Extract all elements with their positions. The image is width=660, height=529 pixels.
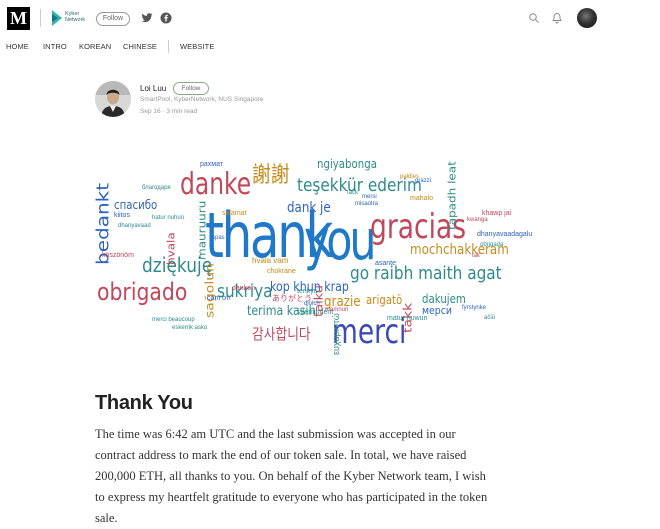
wordcloud-word: danke: [180, 167, 252, 202]
author-photo: [95, 81, 131, 117]
wordcloud-word: dhanyavaad: [118, 223, 151, 229]
publication-name: Kyber Network: [65, 11, 89, 23]
wordcloud-word: you: [304, 208, 377, 272]
wordcloud-word: tack: [347, 190, 359, 196]
wordcloud-word: spas: [212, 235, 225, 241]
thank-you-wordcloud-image: thank you gracias merci danke 謝謝 teşekkür eder…: [92, 155, 532, 365]
nav-item-website[interactable]: WEBSITE: [180, 42, 214, 51]
wordcloud-word: mersi: [362, 194, 377, 200]
wordcloud-word: obrigado: [97, 278, 188, 306]
wordcloud-word: misaotra: [355, 201, 379, 207]
wordcloud-word: ngiyabonga: [317, 157, 377, 171]
wordcloud-word: рахмат: [200, 161, 224, 168]
wordcloud-word: eskerrik asko: [172, 325, 208, 331]
wordcloud-word: mauruuru: [196, 200, 209, 260]
wordcloud-word: khawp jai: [482, 210, 512, 217]
wordcloud-word: tak: [472, 253, 481, 259]
post-meta: Sep 16 · 3 min read: [140, 108, 198, 115]
wordcloud-word: hatur nuhun: [152, 215, 185, 221]
bell-icon[interactable]: [551, 12, 563, 24]
top-bar: M Kyber Network Follow: [0, 0, 660, 38]
article-title: Thank You: [95, 392, 193, 414]
twitter-icon[interactable]: [141, 12, 153, 24]
wordcloud-word: köszönöm: [102, 252, 134, 259]
wordcloud-word: tenkyu: [297, 288, 318, 295]
facebook-icon[interactable]: [160, 12, 172, 24]
wordcloud-word: mahalo: [410, 195, 433, 202]
wordcloud-word: ευχαριστώ: [331, 313, 341, 355]
nav-divider: [168, 40, 169, 53]
wordcloud-word: hvala: [165, 232, 178, 265]
wordcloud-word: grazzi: [415, 178, 432, 184]
wordcloud-word: kiitos: [114, 212, 130, 219]
wordcloud-word: matur nuwun: [387, 315, 428, 322]
nav-item-intro[interactable]: INTRO: [43, 42, 67, 51]
wordcloud-word: asante: [375, 260, 397, 267]
author-avatar[interactable]: [95, 81, 131, 117]
wordcloud-word: tapadh leat: [446, 161, 459, 230]
wordcloud-word: благодаря: [142, 185, 171, 191]
publication-name-line2: Network: [65, 17, 86, 23]
nav-item-korean[interactable]: KOREAN: [79, 42, 111, 51]
search-icon[interactable]: [528, 12, 540, 24]
wordcloud-word: dhanyavaadagalu: [477, 231, 533, 238]
wordcloud-word: arigatō: [366, 293, 403, 307]
author-bio: SmartPool, KyberNetwork, NUS Singapore: [140, 96, 264, 103]
wordcloud-word: kwanga: [467, 217, 488, 223]
wordcloud-word: merci beaucoup: [152, 317, 195, 323]
author-name[interactable]: Loi Luu: [140, 84, 166, 93]
wordcloud-word: diolch: [304, 301, 320, 307]
follow-publication-button[interactable]: Follow: [96, 12, 130, 26]
user-avatar[interactable]: [577, 8, 597, 28]
medium-logo[interactable]: M: [7, 7, 30, 30]
divider: [40, 9, 41, 27]
wordcloud-word: sağolun: [203, 263, 217, 318]
wordcloud-word: go raibh maith agat: [350, 263, 502, 284]
kyber-logo-icon: [52, 10, 62, 26]
wordcloud-word: 謝謝: [252, 163, 290, 188]
publication-logo[interactable]: Kyber Network: [52, 9, 86, 29]
wordcloud-word: obrigada: [480, 242, 504, 248]
wordcloud-word: 감사합니다: [252, 325, 311, 343]
wordcloud-word: hvala vam: [252, 256, 289, 265]
nav-item-home[interactable]: HOME: [6, 42, 29, 51]
article-body: The time was 6:42 am UTC and the last su…: [95, 427, 488, 525]
wordcloud-word: chokrane: [267, 268, 296, 275]
wordcloud-word: спасибо: [114, 198, 158, 212]
wordcloud-word: mamnun: [325, 307, 349, 313]
wordcloud-word: dankon: [232, 285, 255, 292]
wordcloud-word: fyrstynke: [462, 305, 487, 311]
wordcloud-word: dank je: [287, 200, 331, 216]
wordcloud-word: cảm ơn: [207, 295, 231, 302]
wordcloud-word: salamat: [222, 210, 247, 217]
nav-item-chinese[interactable]: CHINESE: [123, 42, 157, 51]
wordcloud-word: ačiū: [484, 315, 496, 321]
follow-author-button[interactable]: Follow: [173, 82, 209, 95]
